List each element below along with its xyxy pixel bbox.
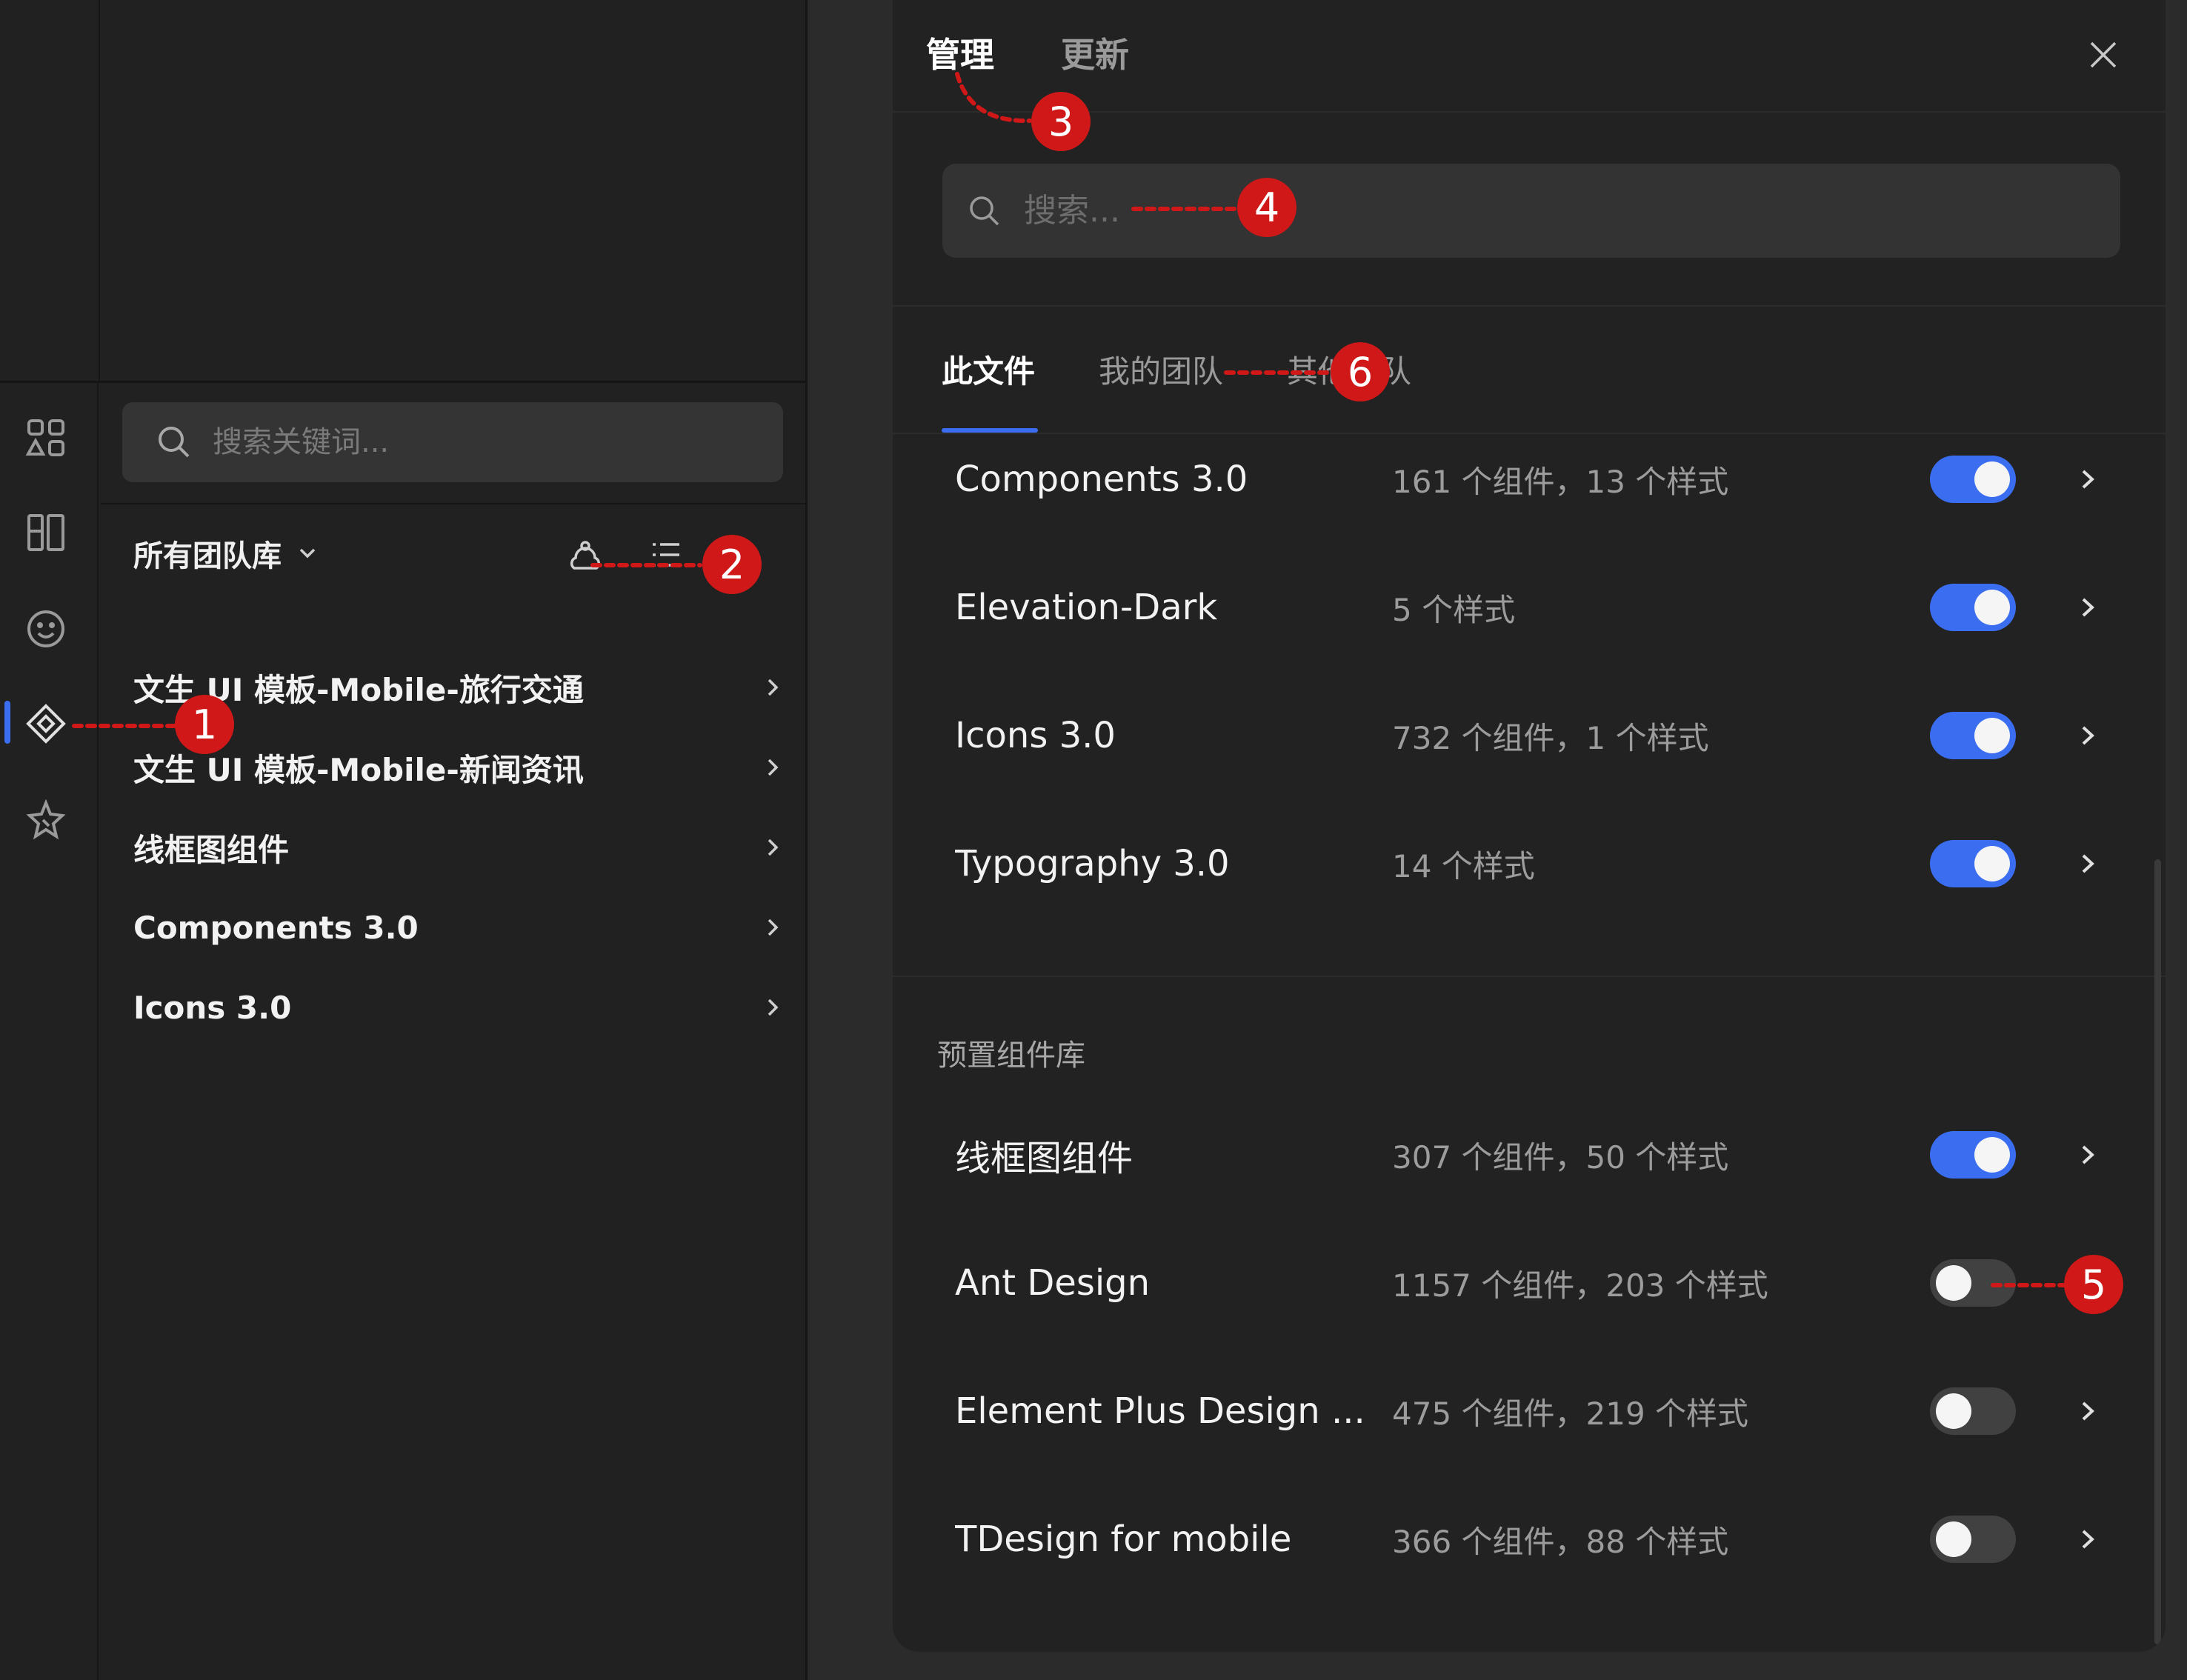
library-name: TDesign for mobile [955,1519,1292,1560]
library-item-label: Components 3.0 [133,909,419,946]
app-window: 所有团队库 文生 UI 模板-Mobile-旅行交通 文生 UI 模板-Mobi… [0,0,808,1680]
modal-divider [893,433,2166,434]
library-toggle[interactable] [1930,712,2016,759]
layout-icon[interactable] [24,510,68,555]
chevron-right-icon[interactable] [2074,850,2102,878]
chevron-down-icon [296,542,319,564]
library-item-label: 文生 UI 模板-Mobile-旅行交通 [133,671,584,708]
list-view-icon[interactable] [648,537,684,573]
section-divider [893,976,2166,977]
library-meta: 366 个组件，88 个样式 [1392,1523,1729,1560]
modal-scrollbar[interactable] [2154,859,2161,1644]
library-item-label: 文生 UI 模板-Mobile-新闻资讯 [133,751,584,788]
library-row-element-plus[interactable]: Element Plus Design ... 475 个组件，219 个样式 [955,1374,2126,1448]
canvas-preview-area [0,0,805,381]
tab-this-file[interactable]: 此文件 [942,347,1035,392]
layers-icon[interactable] [24,416,68,460]
library-item-label: Icons 3.0 [133,989,292,1026]
library-filter-label: 所有团队库 [133,539,282,573]
library-row-ant-design[interactable]: Ant Design 1157 个组件，203 个样式 [955,1246,2126,1320]
library-row-components[interactable]: Components 3.0 161 个组件，13 个样式 [955,442,2126,516]
tab-other-teams[interactable]: 其他团队 [1287,347,1411,392]
chevron-right-icon[interactable] [2074,1397,2102,1425]
panel-divider [100,503,805,504]
library-item-icons[interactable]: Icons 3.0 [133,978,785,1037]
library-name: Icons 3.0 [955,715,1116,756]
library-filter-dropdown[interactable]: 所有团队库 [133,531,319,576]
search-icon [156,424,192,460]
library-toggle[interactable] [1930,840,2016,887]
app-edge-divider [805,0,808,1680]
library-meta: 161 个组件，13 个样式 [1392,463,1729,500]
chevron-right-icon [760,995,785,1020]
modal-divider [893,305,2166,307]
library-manager-modal: 管理 更新 此文件 我的团队 其他团队 Components 3.0 161 个… [893,0,2166,1652]
chevron-right-icon [760,755,785,780]
library-toggle[interactable] [1930,1259,2016,1307]
modal-search-input[interactable] [1022,191,1914,230]
preset-section-title: 预置组件库 [937,1039,1085,1073]
library-item-news[interactable]: 文生 UI 模板-Mobile-新闻资讯 [133,738,785,797]
library-name: 线框图组件 [955,1138,1134,1179]
library-row-wireframe[interactable]: 线框图组件 307 个组件，50 个样式 [955,1118,2126,1192]
library-toggle[interactable] [1930,1516,2016,1563]
library-item-travel[interactable]: 文生 UI 模板-Mobile-旅行交通 [133,658,785,717]
library-row-elevation[interactable]: Elevation-Dark 5 个样式 [955,570,2126,644]
library-meta: 1157 个组件，203 个样式 [1392,1267,1768,1304]
library-toggle[interactable] [1930,1387,2016,1435]
modal-tabs: 管理 更新 [926,28,1129,77]
library-panel: 所有团队库 文生 UI 模板-Mobile-旅行交通 文生 UI 模板-Mobi… [100,383,805,1680]
library-meta: 5 个样式 [1392,591,1516,628]
library-row-tdesign[interactable]: TDesign for mobile 366 个组件，88 个样式 [955,1502,2126,1576]
tab-manage[interactable]: 管理 [926,28,994,77]
component-icon[interactable] [24,701,68,746]
library-meta: 475 个组件，219 个样式 [1392,1395,1749,1432]
left-icon-rail [0,383,99,1680]
library-search-box[interactable] [122,402,783,482]
library-item-label: 线框图组件 [133,831,290,868]
library-toggle[interactable] [1930,584,2016,631]
library-name: Typography 3.0 [955,843,1230,884]
modal-divider [893,111,2166,113]
library-row-icons[interactable]: Icons 3.0 732 个组件，1 个样式 [955,699,2126,773]
close-icon[interactable] [2087,39,2120,71]
library-row-typography[interactable]: Typography 3.0 14 个样式 [955,827,2126,901]
scope-tabs: 此文件 我的团队 其他团队 [942,347,1411,392]
library-meta: 732 个组件，1 个样式 [1392,719,1709,756]
chevron-right-icon [760,835,785,860]
library-item-components[interactable]: Components 3.0 [133,898,785,957]
library-name: Element Plus Design ... [955,1390,1365,1432]
search-icon [968,194,1002,228]
chevron-right-icon[interactable] [2074,1525,2102,1553]
library-meta: 14 个样式 [1392,847,1535,884]
library-name: Components 3.0 [955,459,1248,500]
chevron-right-icon [760,675,785,700]
chevron-right-icon[interactable] [2074,593,2102,621]
emoji-icon[interactable] [24,607,68,651]
library-name: Elevation-Dark [955,587,1218,628]
tab-updates[interactable]: 更新 [1061,28,1129,77]
library-toggle[interactable] [1930,456,2016,503]
library-item-wireframe[interactable]: 线框图组件 [133,818,785,877]
library-meta: 307 个组件，50 个样式 [1392,1139,1729,1176]
chevron-right-icon [760,915,785,940]
canvas-divider [99,0,100,381]
library-search-input[interactable] [211,424,733,460]
modal-search-box[interactable] [942,164,2120,258]
library-toggle[interactable] [1930,1131,2016,1179]
plugin-icon[interactable] [24,798,68,842]
team-library-icon[interactable] [567,537,604,574]
chevron-right-icon[interactable] [2074,465,2102,493]
tab-my-team[interactable]: 我的团队 [1099,347,1223,392]
chevron-right-icon[interactable] [2074,721,2102,750]
active-rail-indicator [4,701,10,744]
library-name: Ant Design [955,1262,1151,1304]
chevron-right-icon[interactable] [2074,1141,2102,1169]
